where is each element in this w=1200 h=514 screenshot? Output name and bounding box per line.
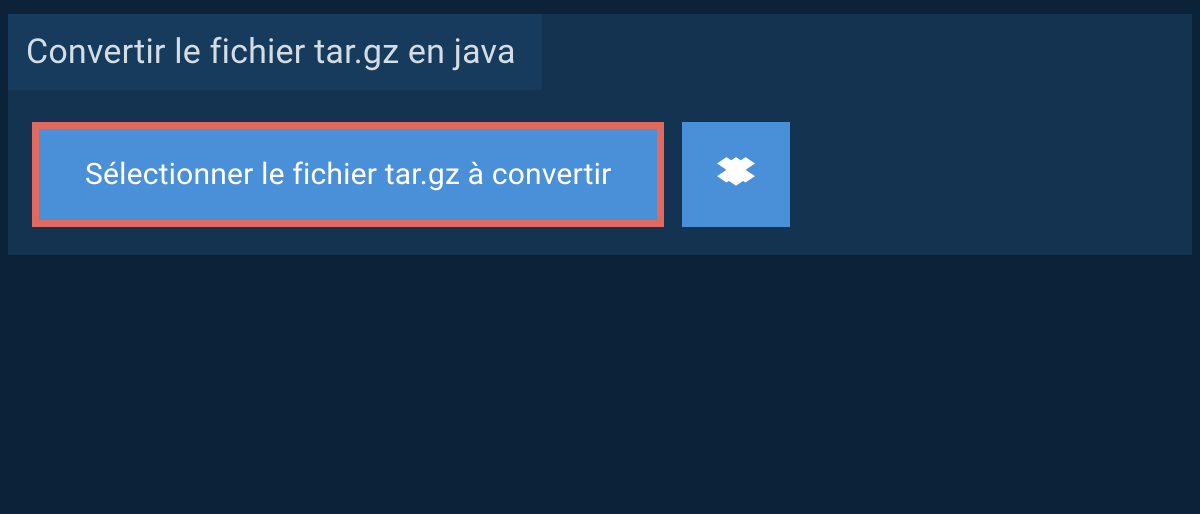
actions-row: Sélectionner le fichier tar.gz à convert… [32,122,1192,227]
select-file-button[interactable]: Sélectionner le fichier tar.gz à convert… [32,122,664,227]
converter-panel: Convertir le fichier tar.gz en java Séle… [8,14,1192,255]
dropbox-icon [717,154,755,196]
select-file-label: Sélectionner le fichier tar.gz à convert… [85,157,611,192]
title-container: Convertir le fichier tar.gz en java [8,14,542,90]
dropbox-button[interactable] [682,122,790,227]
page-title: Convertir le fichier tar.gz en java [26,32,516,72]
